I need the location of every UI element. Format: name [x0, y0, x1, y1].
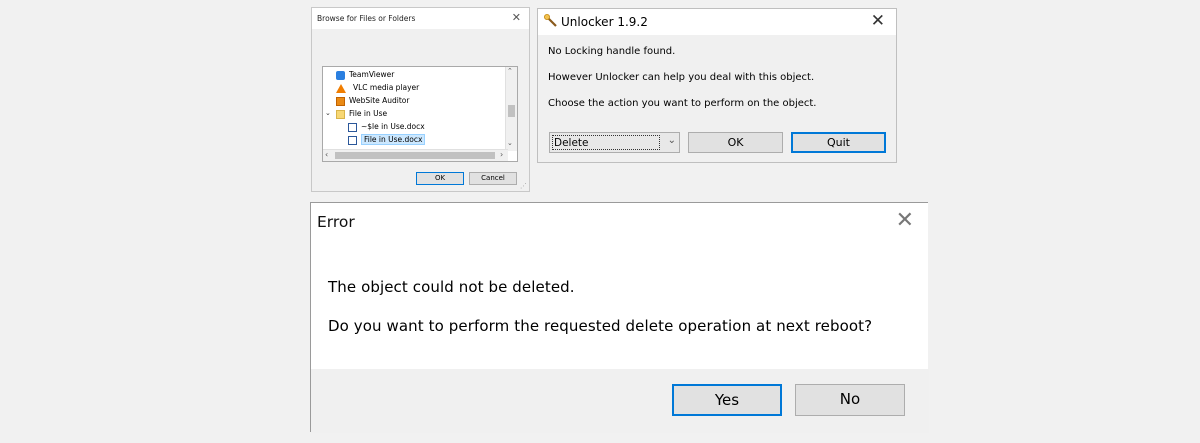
unlocker-help-text: However Unlocker can help you deal with …	[548, 72, 815, 83]
unlocker-quit-button[interactable]: Quit	[791, 132, 886, 153]
unlocker-titlebar: Unlocker 1.9.2 ✕	[538, 9, 896, 35]
browse-close-icon[interactable]: ✕	[512, 11, 521, 24]
tree-item-label: TeamViewer	[349, 70, 395, 79]
unlocker-status-text: No Locking handle found.	[548, 46, 676, 57]
tree-item-label: File in Use	[349, 109, 388, 118]
scroll-down-icon[interactable]: ⌄	[507, 139, 513, 147]
chevron-down-icon[interactable]: ⌄	[325, 109, 331, 117]
error-question: Do you want to perform the requested del…	[328, 317, 873, 335]
browse-titlebar: Browse for Files or Folders ✕	[312, 8, 529, 29]
chevron-down-icon: ⌄	[667, 135, 676, 146]
magic-wand-icon	[544, 14, 557, 27]
unlocker-close-icon[interactable]: ✕	[871, 11, 885, 31]
unlocker-ok-button[interactable]: OK	[688, 132, 783, 153]
tree-vertical-scrollbar[interactable]: ⌃ ⌄	[505, 67, 517, 151]
vlc-icon	[336, 83, 346, 93]
folder-icon	[336, 109, 345, 119]
error-dialog: Error ✕ The object could not be deleted.…	[310, 202, 929, 433]
resize-grip-icon[interactable]: ⋰	[520, 182, 527, 190]
tree-item-file-in-use-docx[interactable]: File in Use.docx	[348, 133, 426, 146]
tree-item-temp-docx[interactable]: ~$le in Use.docx	[348, 120, 425, 133]
no-button[interactable]: No	[795, 384, 905, 416]
scroll-thumb[interactable]	[508, 105, 515, 117]
word-doc-icon	[348, 122, 357, 132]
folder-tree[interactable]: TeamViewer VLC media player WebSite Audi…	[322, 66, 518, 162]
browse-dialog-title: Browse for Files or Folders	[317, 14, 416, 23]
scroll-up-icon[interactable]: ⌃	[507, 67, 513, 75]
scroll-left-icon[interactable]: ‹	[325, 150, 328, 159]
unlocker-dialog-title: Unlocker 1.9.2	[561, 15, 648, 29]
tree-item-label: ~$le in Use.docx	[361, 122, 425, 131]
website-auditor-icon	[336, 96, 345, 106]
action-dropdown[interactable]: Delete ⌄	[549, 132, 680, 153]
browse-cancel-button[interactable]: Cancel	[469, 172, 517, 185]
tree-item-vlc[interactable]: VLC media player	[336, 81, 419, 94]
action-dropdown-value: Delete	[552, 135, 660, 150]
word-doc-icon	[348, 135, 357, 145]
tree-item-label: File in Use.docx	[361, 134, 426, 145]
error-message: The object could not be deleted.	[328, 278, 575, 296]
unlocker-dialog: Unlocker 1.9.2 ✕ No Locking handle found…	[537, 8, 897, 163]
tree-item-label: WebSite Auditor	[349, 96, 410, 105]
tree-item-teamviewer[interactable]: TeamViewer	[336, 68, 394, 81]
unlocker-instruction-text: Choose the action you want to perform on…	[548, 98, 817, 109]
tree-item-file-in-use-folder[interactable]: File in Use	[336, 107, 387, 120]
error-dialog-title: Error	[317, 213, 355, 231]
error-close-icon[interactable]: ✕	[896, 208, 914, 233]
teamviewer-icon	[336, 70, 345, 80]
tree-horizontal-scrollbar[interactable]: ‹ ›	[323, 149, 508, 161]
tree-item-website-auditor[interactable]: WebSite Auditor	[336, 94, 409, 107]
scroll-thumb[interactable]	[335, 152, 495, 159]
browse-ok-button[interactable]: OK	[416, 172, 464, 185]
browse-dialog: Browse for Files or Folders ✕ TeamViewer…	[311, 7, 530, 192]
scroll-right-icon[interactable]: ›	[500, 150, 503, 159]
tree-item-label: VLC media player	[353, 83, 420, 92]
yes-button[interactable]: Yes	[672, 384, 782, 416]
